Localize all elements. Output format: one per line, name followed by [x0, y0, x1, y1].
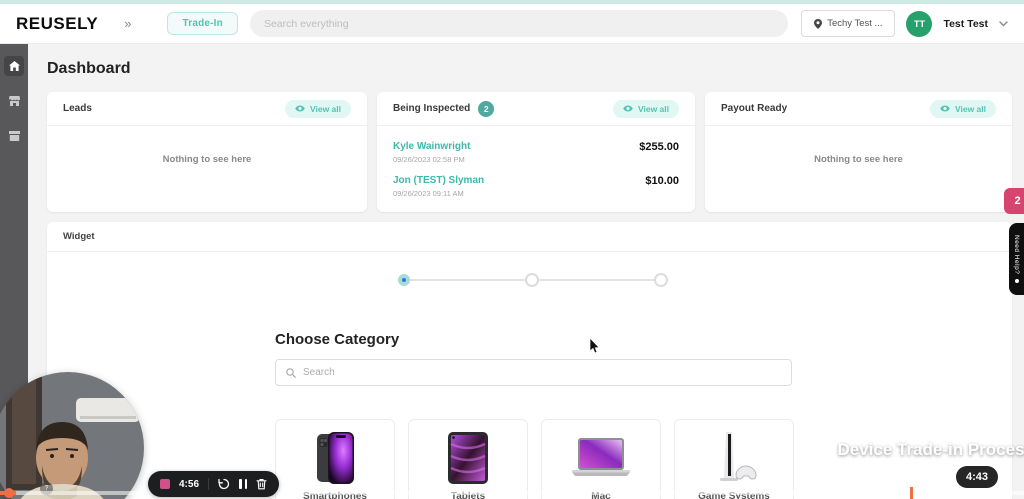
being-inspected-card: Being Inspected 2 View all Kyle Wainwrig… [377, 92, 695, 212]
being-inspected-header: Being Inspected 2 View all [377, 92, 695, 125]
entry-date: 09/26/2023 09:11 AM [393, 189, 464, 198]
divider [208, 478, 210, 490]
entry-date: 09/26/2023 02:58 PM [393, 155, 465, 164]
category-grid: Smartphones Tablets Mac Game Systems [275, 419, 794, 499]
view-all-label: View all [954, 103, 986, 114]
inspection-entry: Jon (TEST) Slyman 09/26/2023 09:11 AM $1… [393, 175, 679, 198]
box-icon [8, 131, 20, 141]
entry-amount: $255.00 [639, 141, 679, 153]
payout-ready-empty-text: Nothing to see here [814, 154, 903, 165]
step-3-indicator [654, 273, 668, 287]
app-logo: REUSELY [16, 13, 99, 33]
category-search-input[interactable] [303, 367, 781, 378]
being-inspected-title: Being Inspected [393, 103, 471, 114]
header: REUSELY » Trade-In Techy Test ... TT Tes… [0, 4, 1024, 44]
widget-title: Widget [47, 222, 1012, 252]
inspection-entry: Kyle Wainwright 09/26/2023 02:58 PM $255… [393, 141, 679, 164]
trash-icon[interactable] [256, 478, 267, 490]
step-connector [539, 279, 654, 281]
customer-link[interactable]: Jon (TEST) Slyman [393, 175, 484, 186]
sidebar-item-inventory[interactable] [4, 126, 24, 146]
leads-card: Leads View all Nothing to see here [47, 92, 367, 212]
user-name: Test Test [943, 17, 988, 30]
trade-in-button[interactable]: Trade-In [167, 12, 238, 35]
category-card-mac[interactable]: Mac [541, 419, 661, 499]
storefront-icon [8, 96, 20, 106]
mac-image [570, 429, 632, 487]
restart-icon[interactable] [218, 478, 230, 490]
scrubber-chapter-marker [910, 487, 913, 499]
avatar[interactable]: TT [906, 10, 933, 37]
payout-ready-title: Payout Ready [721, 103, 788, 114]
home-icon [8, 61, 20, 71]
payout-ready-header: Payout Ready View all [705, 92, 1012, 125]
recorder-toolbar: 4:56 [148, 471, 280, 497]
eye-icon [295, 105, 305, 112]
leads-card-header: Leads View all [47, 92, 367, 125]
stop-record-button[interactable] [160, 479, 170, 489]
payout-ready-view-all-button[interactable]: View all [929, 99, 996, 118]
being-inspected-entries: Kyle Wainwright 09/26/2023 02:58 PM $255… [377, 126, 695, 202]
smartphones-image [311, 429, 359, 487]
store-location-label: Techy Test ... [827, 18, 883, 29]
tablets-image [444, 429, 492, 487]
video-title: Device Trade-in Process [837, 440, 1024, 459]
global-search-input[interactable] [249, 10, 788, 37]
summary-cards: Leads View all Nothing to see here Being… [47, 92, 1012, 212]
location-pin-icon [814, 18, 823, 29]
category-card-game-systems[interactable]: Game Systems [674, 419, 794, 499]
notification-badge[interactable]: 2 [1004, 188, 1024, 214]
pause-icon[interactable] [239, 479, 248, 489]
leads-title: Leads [63, 103, 92, 114]
choose-category-heading: Choose Category [275, 331, 400, 348]
step-connector [410, 279, 525, 281]
being-inspected-count-badge: 2 [478, 100, 495, 117]
search-icon [286, 367, 296, 378]
sidebar-collapse-icon[interactable]: » [124, 16, 131, 31]
step-1-indicator [398, 274, 410, 286]
customer-link[interactable]: Kyle Wainwright [393, 141, 470, 152]
video-timestamp: 4:43 [956, 466, 999, 488]
sidebar-item-store[interactable] [4, 91, 24, 111]
leads-view-all-button[interactable]: View all [284, 99, 351, 118]
recording-time: 4:56 [179, 478, 200, 490]
need-help-tab[interactable]: Need Help? [1009, 223, 1024, 295]
eye-icon [940, 105, 950, 112]
page-title: Dashboard [47, 60, 131, 77]
category-card-tablets[interactable]: Tablets [408, 419, 528, 499]
status-dot [1014, 278, 1019, 283]
category-search [275, 359, 792, 386]
leads-empty-text: Nothing to see here [162, 154, 252, 165]
chevron-down-icon[interactable] [999, 20, 1008, 27]
store-location-button[interactable]: Techy Test ... [801, 10, 896, 37]
category-card-smartphones[interactable]: Smartphones [275, 419, 395, 499]
trade-in-stepper [398, 273, 668, 287]
app-window: REUSELY » Trade-In Techy Test ... TT Tes… [0, 0, 1024, 499]
game-systems-image [706, 429, 762, 487]
need-help-label: Need Help? [1013, 235, 1020, 275]
view-all-label: View all [309, 103, 341, 114]
eye-icon [623, 105, 633, 112]
entry-amount: $10.00 [645, 175, 679, 187]
view-all-label: View all [637, 103, 669, 114]
step-2-indicator [525, 273, 539, 287]
header-right: Techy Test ... TT Test Test [801, 10, 1008, 37]
being-inspected-view-all-button[interactable]: View all [612, 99, 679, 118]
scrubber-handle[interactable] [4, 488, 14, 498]
sidebar-item-home[interactable] [4, 56, 24, 76]
payout-ready-card: Payout Ready View all Nothing to see her… [705, 92, 1012, 212]
mouse-cursor [589, 338, 600, 354]
